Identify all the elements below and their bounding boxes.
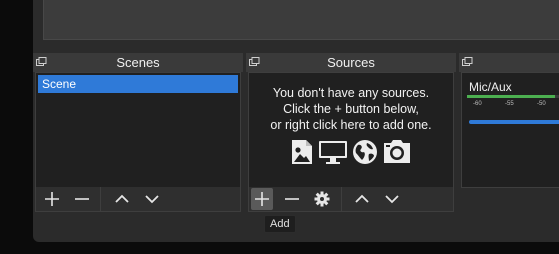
scene-list-item[interactable]: Scene: [38, 75, 238, 93]
globe-icon: [353, 140, 377, 164]
empty-line-1: You don't have any sources.: [272, 86, 430, 100]
source-properties-button[interactable]: [311, 188, 333, 210]
move-down-icon: [385, 195, 399, 204]
move-scene-down-button[interactable]: [141, 188, 163, 210]
move-source-up-button[interactable]: [351, 188, 373, 210]
meter-ticks: -60 -55 -50: [467, 99, 559, 109]
move-source-down-button[interactable]: [381, 188, 403, 210]
empty-line-3: or right click here to add one.: [270, 118, 432, 132]
move-scene-up-button[interactable]: [111, 188, 133, 210]
camera-icon: [384, 140, 410, 163]
add-icon: [255, 192, 269, 206]
remove-icon: [75, 198, 89, 200]
meter-tick-label: -50: [537, 101, 546, 107]
sources-toolbar: [248, 187, 454, 212]
remove-scene-button[interactable]: [71, 188, 93, 210]
mixer-channel-label: Mic/Aux: [469, 80, 512, 94]
audio-mixer-dock: Mic/Aux -60 -55 -50: [459, 53, 559, 212]
obs-main-window: Scenes Scene Sources You don't have any …: [33, 0, 559, 242]
mixer-body: Mic/Aux -60 -55 -50: [461, 72, 559, 188]
image-icon: [292, 140, 312, 164]
add-scene-button[interactable]: [41, 188, 63, 210]
move-up-icon: [355, 194, 369, 203]
preview-area[interactable]: [43, 0, 559, 40]
source-type-icons: [249, 139, 453, 165]
gear-icon: [314, 191, 330, 207]
scenes-toolbar: [35, 187, 241, 212]
sources-dock-title: Sources: [246, 53, 456, 72]
meter-tick-label: -60: [473, 101, 482, 107]
sources-dock: Sources You don't have any sources. Clic…: [246, 53, 456, 212]
display-capture-icon: [319, 141, 347, 164]
remove-icon: [285, 198, 299, 200]
add-icon: [45, 192, 59, 206]
scenes-title-text: Scenes: [116, 55, 160, 70]
volume-slider[interactable]: [469, 120, 559, 124]
move-down-icon: [145, 195, 159, 204]
float-dock-icon[interactable]: [462, 57, 473, 67]
volume-meter: [467, 95, 559, 98]
toolbar-separator: [341, 187, 342, 212]
scenes-dock-title: Scenes: [33, 53, 243, 72]
sources-title-text: Sources: [327, 55, 375, 70]
add-source-button[interactable]: [251, 188, 273, 210]
scene-item-label: Scene: [42, 77, 77, 91]
float-dock-icon[interactable]: [249, 57, 260, 67]
move-up-icon: [115, 194, 129, 203]
add-tooltip: Add: [264, 215, 296, 233]
mixer-dock-title: [459, 53, 559, 72]
meter-tick-label: -55: [505, 101, 514, 107]
toolbar-separator: [100, 187, 101, 212]
float-dock-icon[interactable]: [36, 57, 47, 67]
scenes-list[interactable]: Scene: [35, 72, 241, 188]
sources-list[interactable]: You don't have any sources. Click the + …: [248, 72, 454, 188]
sources-empty-message: You don't have any sources. Click the + …: [249, 85, 453, 133]
scenes-dock: Scenes Scene: [33, 53, 243, 212]
volume-meter-fill: [467, 95, 555, 98]
empty-line-2: Click the + button below,: [283, 102, 419, 116]
remove-source-button[interactable]: [281, 188, 303, 210]
